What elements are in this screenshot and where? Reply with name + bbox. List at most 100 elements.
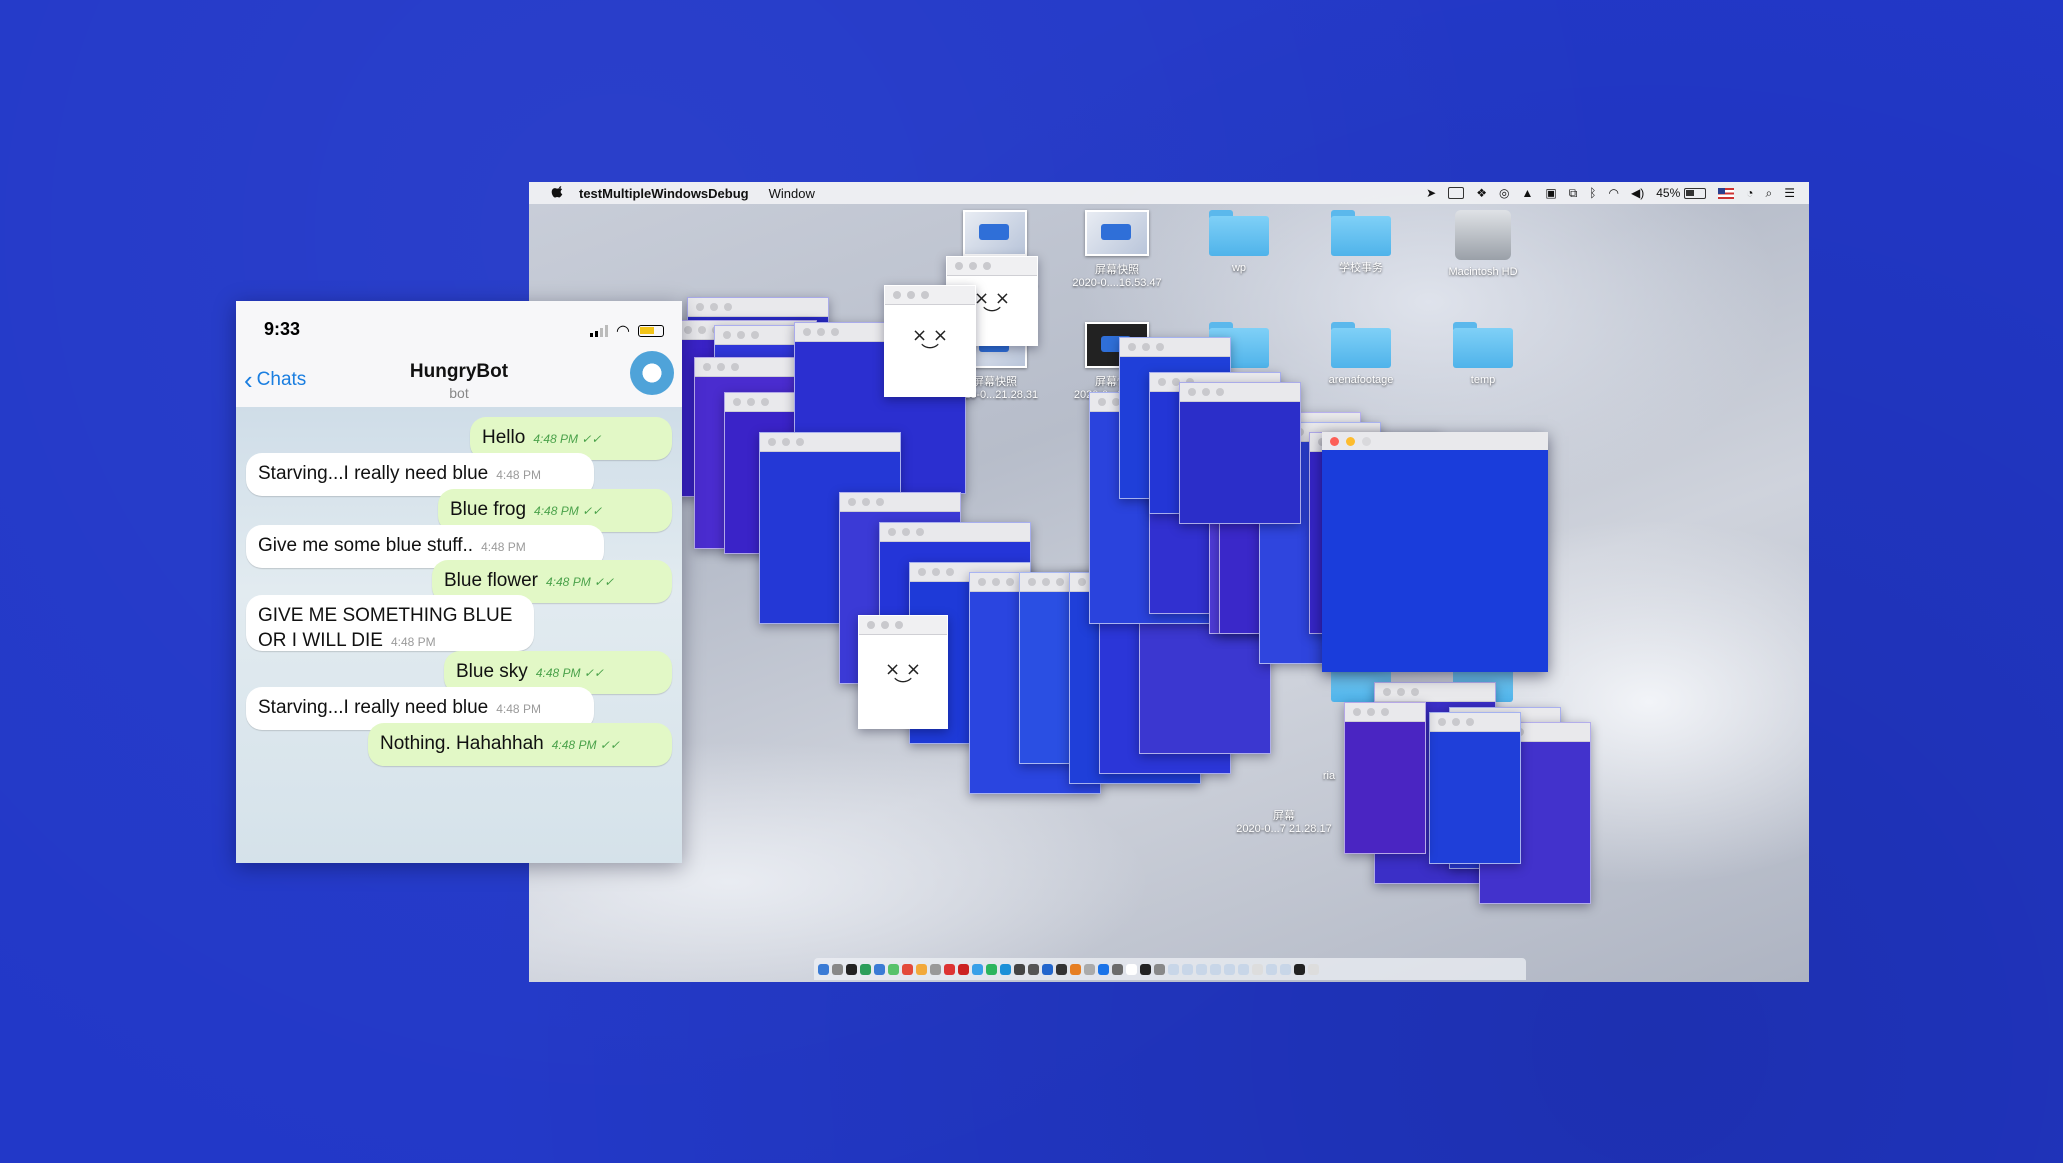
location-icon[interactable]: ➤ bbox=[1426, 186, 1436, 200]
minimize-button[interactable] bbox=[1346, 437, 1355, 446]
dropbox-icon[interactable]: ❖ bbox=[1476, 186, 1487, 200]
dock-app-icon[interactable] bbox=[1028, 963, 1039, 975]
dock-app-icon[interactable] bbox=[1294, 963, 1305, 975]
dock-app-icon[interactable] bbox=[1280, 963, 1291, 975]
desktop-icon[interactable]: 屏幕快照 2020-0....16.53.47 bbox=[1062, 210, 1172, 290]
dock-app-icon[interactable] bbox=[1000, 963, 1011, 975]
desktop-icon[interactable]: temp bbox=[1428, 322, 1538, 387]
volume-icon[interactable]: ◀) bbox=[1631, 186, 1644, 200]
window-titlebar[interactable] bbox=[1120, 338, 1230, 357]
dock-app-icon[interactable] bbox=[916, 963, 927, 975]
dock-app-icon[interactable] bbox=[930, 963, 941, 975]
sad-face-window[interactable]: × × ︶ bbox=[858, 615, 948, 729]
blue-app-window[interactable] bbox=[1344, 702, 1426, 854]
dock-app-icon[interactable] bbox=[1196, 963, 1207, 975]
battery-status[interactable]: 45% bbox=[1656, 186, 1707, 200]
window-titlebar[interactable] bbox=[885, 286, 975, 305]
dock-app-icon[interactable] bbox=[958, 963, 969, 975]
dock-app-icon[interactable] bbox=[874, 963, 885, 975]
desktop-icon[interactable]: arenafootage bbox=[1306, 322, 1416, 387]
window-titlebar[interactable] bbox=[688, 298, 828, 317]
desktop-icon-label: Macintosh HD bbox=[1448, 266, 1518, 278]
dock-app-icon[interactable] bbox=[1266, 963, 1277, 975]
dock-app-icon[interactable] bbox=[1056, 963, 1067, 975]
dock-app-icon[interactable] bbox=[1070, 963, 1081, 975]
dock-app-icon[interactable] bbox=[1182, 963, 1193, 975]
creative-cloud-icon[interactable]: ◎ bbox=[1499, 186, 1509, 200]
dock-app-icon[interactable] bbox=[1112, 963, 1123, 975]
window-titlebar[interactable] bbox=[840, 493, 960, 512]
outgoing-message[interactable]: Nothing. Hahahhah 4:48 PM ✓✓ bbox=[368, 723, 672, 766]
dock-app-icon[interactable] bbox=[972, 963, 983, 975]
dock-app-icon[interactable] bbox=[1140, 963, 1151, 975]
blue-app-window[interactable] bbox=[1429, 712, 1521, 864]
bluetooth-icon[interactable]: ᛒ bbox=[1589, 186, 1596, 200]
dock-app-icon[interactable] bbox=[1238, 963, 1249, 975]
message-text: Nothing. Hahahhah bbox=[380, 733, 544, 754]
chat-title[interactable]: HungryBot bbox=[236, 361, 682, 383]
dock-app-icon[interactable] bbox=[1126, 963, 1137, 975]
dock-app-icon[interactable] bbox=[1308, 963, 1319, 975]
window-titlebar[interactable] bbox=[947, 257, 1037, 276]
message-text: Hello bbox=[482, 427, 526, 448]
dock-app-icon[interactable] bbox=[1224, 963, 1235, 975]
window-titlebar[interactable] bbox=[859, 616, 947, 635]
partial-icon-ria[interactable]: ria bbox=[1309, 770, 1349, 783]
drive-icon[interactable]: ▲ bbox=[1521, 186, 1533, 200]
window-menu[interactable]: Window bbox=[769, 186, 815, 201]
dock-app-icon[interactable] bbox=[1154, 963, 1165, 975]
mirror-icon[interactable]: ⧉ bbox=[1569, 186, 1578, 201]
zoom-button[interactable] bbox=[1362, 437, 1371, 446]
wifi-icon[interactable]: ◠ bbox=[1609, 186, 1619, 200]
notification-center-icon[interactable]: ☰ bbox=[1784, 186, 1795, 200]
message-timestamp: 4:48 PM ✓✓ bbox=[534, 504, 603, 518]
dock-app-icon[interactable] bbox=[1168, 963, 1179, 975]
dock-app-icon[interactable] bbox=[888, 963, 899, 975]
chat-navigation-bar: ‹ Chats HungryBot bot bbox=[236, 351, 682, 408]
app-menu-name[interactable]: testMultipleWindowsDebug bbox=[579, 186, 749, 201]
window-titlebar[interactable] bbox=[1345, 703, 1425, 722]
window-titlebar[interactable] bbox=[880, 523, 1030, 542]
dock-app-icon[interactable] bbox=[1252, 963, 1263, 975]
dock-app-icon[interactable] bbox=[986, 963, 997, 975]
dock-app-icon[interactable] bbox=[846, 963, 857, 975]
close-button[interactable] bbox=[1330, 437, 1339, 446]
sad-face-window[interactable]: × × ︶ bbox=[884, 285, 976, 397]
message-timestamp: 4:48 PM ✓✓ bbox=[546, 575, 615, 589]
folder-icon bbox=[1331, 322, 1391, 368]
blue-app-window[interactable] bbox=[1179, 382, 1301, 524]
dock-app-icon[interactable] bbox=[1014, 963, 1025, 975]
desktop-icon[interactable]: 学校事务 bbox=[1306, 210, 1416, 275]
car-icon[interactable]: ▣ bbox=[1545, 186, 1556, 200]
dock-app-icon[interactable] bbox=[902, 963, 913, 975]
dock-app-icon[interactable] bbox=[818, 963, 829, 975]
window-titlebar[interactable] bbox=[760, 433, 900, 452]
dock-app-icon[interactable] bbox=[1210, 963, 1221, 975]
display-icon[interactable] bbox=[1448, 187, 1465, 199]
message-list[interactable]: Hello 4:48 PM ✓✓ Starving...I really need … bbox=[236, 407, 682, 863]
dock-app-icon[interactable] bbox=[832, 963, 843, 975]
incoming-message[interactable]: GIVE ME SOMETHING BLUE OR I WILL DIE 4:48… bbox=[246, 595, 534, 651]
window-titlebar[interactable] bbox=[1430, 713, 1520, 732]
window-titlebar[interactable] bbox=[1375, 683, 1495, 702]
dock-app-icon[interactable] bbox=[944, 963, 955, 975]
front-blue-window[interactable] bbox=[1322, 432, 1548, 672]
desktop-icon[interactable]: Macintosh HD bbox=[1428, 210, 1538, 279]
apple-icon[interactable] bbox=[551, 186, 565, 200]
us-flag-icon[interactable] bbox=[1718, 187, 1735, 199]
spotlight-search-icon[interactable]: ⌕ bbox=[1766, 186, 1773, 201]
dock-app-icon[interactable] bbox=[1098, 963, 1109, 975]
dock-app-icon[interactable] bbox=[1042, 963, 1053, 975]
window-titlebar[interactable] bbox=[1180, 383, 1300, 402]
desktop-icon-label: 屏幕快照 bbox=[1095, 264, 1139, 276]
partial-icon-label: ria bbox=[1322, 770, 1336, 782]
desktop-icon-label: arenafootage bbox=[1328, 374, 1394, 386]
status-menu-area: ➤ ❖ ◎ ▲ ▣ ⧉ ᛒ ◠ ◀) 45% ◔ ⌕ ☰ bbox=[1426, 182, 1795, 204]
window-titlebar[interactable] bbox=[1322, 432, 1548, 450]
desktop-icon[interactable]: wp bbox=[1184, 210, 1294, 275]
dock-app-icon[interactable] bbox=[1084, 963, 1095, 975]
bot-avatar[interactable] bbox=[630, 351, 674, 395]
clock-icon[interactable]: ◔ bbox=[1746, 186, 1753, 200]
dock-app-icon[interactable] bbox=[860, 963, 871, 975]
partial-screenshot-icon[interactable]: 屏幕 2020-0...7 21.28.17 bbox=[1229, 810, 1339, 836]
